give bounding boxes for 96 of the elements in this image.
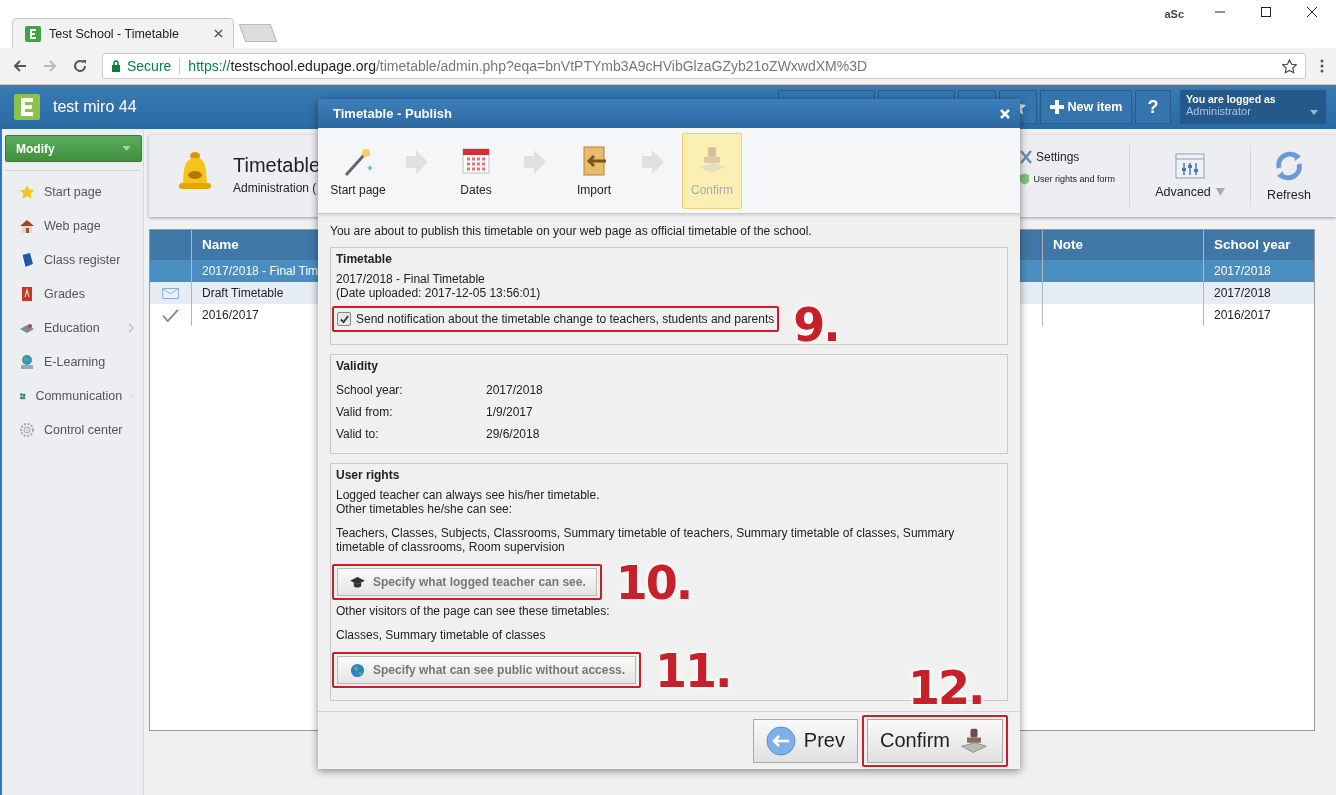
teacher-visibility-button[interactable]: Specify what logged teacher can see. <box>337 568 597 596</box>
notify-checkbox[interactable]: Send notification about the timetable change to teachers, students and parents <box>337 310 775 328</box>
field-label: School year: <box>336 383 404 397</box>
sidebar-item[interactable]: Web page <box>5 209 140 243</box>
sidebar-item[interactable]: Communication <box>5 379 140 413</box>
annotation-number: 10. <box>615 560 692 606</box>
field-value: 1/9/2017 <box>486 405 533 419</box>
star-icon <box>19 184 35 200</box>
plus-icon <box>1049 100 1064 114</box>
prev-button[interactable]: Prev <box>752 718 858 763</box>
sidebar-item[interactable]: Start page <box>5 175 140 209</box>
url-text: https://testschool.edupage.org/timetable/admin.php?eqa=bnVtPTYmb3A9cHVibGlzaGZyb21oZWxwdXM%3D <box>188 58 868 74</box>
section-title: Validity <box>336 359 380 373</box>
arrow-icon <box>406 149 428 174</box>
user-menu[interactable]: You are logged as Administrator <box>1180 90 1326 124</box>
maximize-icon[interactable] <box>1260 6 1272 18</box>
annotation-number: 11. <box>655 648 731 694</box>
bookmark-star-icon[interactable] <box>1282 58 1297 74</box>
advanced-button[interactable]: Advanced <box>1130 153 1250 199</box>
logged-as-label: You are logged as <box>1186 93 1277 105</box>
reload-icon[interactable] <box>72 58 88 74</box>
page-subtitle: Administration ( <box>233 180 318 195</box>
public-visibility-button[interactable]: Specify what can see public without access. <box>337 656 637 684</box>
gear-icon <box>19 422 35 438</box>
tools-icon <box>1020 150 1032 164</box>
annotation-number: 9. <box>793 302 839 348</box>
wizard-step[interactable]: Import <box>564 132 624 209</box>
caret-icon <box>1310 110 1318 115</box>
sidebar-item[interactable]: Control center <box>5 413 140 447</box>
sidebar-item[interactable]: Education <box>5 311 140 345</box>
dialog-title: Timetable - Publish <box>333 106 452 122</box>
sidebar-item[interactable]: Class register <box>5 243 140 277</box>
checkmark-icon <box>162 308 179 322</box>
school-name: test miro 44 <box>53 98 137 116</box>
info-text: Logged teacher can always see his/her timetable. <box>336 488 601 502</box>
sliders-icon <box>1175 153 1205 179</box>
timetable-name: 2017/2018 - Final Timetable <box>336 272 486 286</box>
tab-title: Test School - Timetable <box>49 26 180 41</box>
menu-icon[interactable] <box>1320 58 1324 74</box>
house-icon <box>19 218 35 234</box>
graduation-cap-icon <box>350 575 365 589</box>
upload-date: (Date uploaded: 2017-12-05 13:56:01) <box>336 286 542 300</box>
shield-icon <box>1020 172 1030 186</box>
chevron-icon <box>128 323 134 333</box>
info-text: Classes, Summary timetable of classes <box>336 628 547 642</box>
settings-link[interactable]: Settings <box>1020 150 1115 164</box>
field-value: 29/6/2018 <box>486 427 540 441</box>
info-text: Other timetables he/she can see: <box>336 502 514 516</box>
section-title: Timetable <box>336 252 393 266</box>
new-item-button[interactable]: New item <box>1040 90 1132 124</box>
arrow-icon <box>524 149 546 174</box>
table-cell: 2016/2017 <box>202 308 259 322</box>
globe-icon <box>19 354 35 370</box>
section-title: User rights <box>336 468 401 482</box>
table-cell-text: 2016/2017 <box>1213 308 1271 322</box>
table-cell-text: 2017/2018 <box>1213 264 1271 278</box>
secure-label: Secure <box>127 58 172 74</box>
info-text: Other visitors of the page can see these timetables: <box>336 604 611 618</box>
wizard-step[interactable]: Dates <box>446 132 506 209</box>
wizard-step[interactable]: Start page <box>328 132 388 209</box>
column-header[interactable]: School year <box>1204 230 1291 260</box>
intro-text: You are about to publish this timetable on your web page as official timetable of the school. <box>330 224 813 238</box>
table-cell: Draft Timetable <box>202 286 284 300</box>
browser-tab[interactable]: Test School - Timetable <box>12 18 234 48</box>
info-text: Teachers, Classes, Subjects, Classrooms, Summary timetable of teachers, Summary timetable of classes, Summary timetable of classrooms, Room supervision <box>336 526 956 554</box>
close-icon[interactable] <box>214 29 223 38</box>
address-bar[interactable]: Secure https://testschool.edupage.org/timetable/admin.php?eqa=bnVtPTYmb3A9cHVibGlzaGZyb21oZWxwdXM%3D <box>102 53 1306 79</box>
caret-icon <box>122 146 131 151</box>
grades-icon <box>19 286 35 302</box>
annotation-number: 12. <box>908 664 984 711</box>
refresh-button[interactable]: Refresh <box>1251 150 1327 202</box>
field-label: Valid from: <box>336 405 394 419</box>
page-title: Timetable <box>233 153 321 177</box>
stamp-icon <box>958 726 990 755</box>
confirm-button[interactable]: Confirm <box>867 718 1003 763</box>
refresh-icon <box>1273 150 1305 182</box>
close-icon[interactable] <box>1306 6 1318 18</box>
envelope-icon <box>162 287 179 299</box>
user-name: Administrator <box>1186 105 1251 117</box>
field-label: Valid to: <box>336 427 380 441</box>
book-icon <box>19 252 35 268</box>
user-rights-link[interactable]: User rights and form <box>1020 172 1115 186</box>
table-cell-text: 2017/2018 <box>1213 286 1271 300</box>
profile-badge[interactable]: aSc <box>1164 8 1184 20</box>
logo-icon <box>25 25 41 42</box>
sidebar-item[interactable]: Grades <box>5 277 140 311</box>
table-cell: 2017/2018 - Final Tim <box>202 264 319 278</box>
sidebar-item[interactable]: E-Learning <box>5 345 140 379</box>
field-value: 2017/2018 <box>486 383 543 397</box>
arrow-icon <box>642 149 664 174</box>
checkmark-icon <box>339 314 349 324</box>
back-icon[interactable] <box>12 58 28 74</box>
globe-icon <box>350 662 365 678</box>
lock-icon <box>111 60 121 72</box>
caret-icon <box>1215 188 1225 196</box>
help-button[interactable]: ? <box>1135 90 1171 124</box>
